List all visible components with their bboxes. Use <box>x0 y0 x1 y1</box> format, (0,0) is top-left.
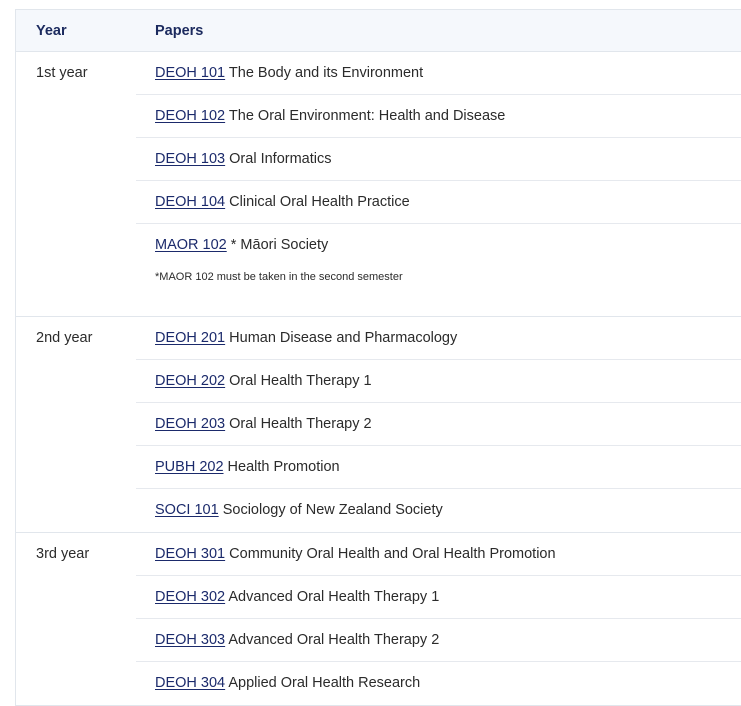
paper-link[interactable]: DEOH 301 <box>155 546 225 562</box>
paper-link[interactable]: DEOH 203 <box>155 416 225 432</box>
paper-link[interactable]: DEOH 303 <box>155 632 225 648</box>
paper-title: The Body and its Environment <box>228 65 424 81</box>
papers-list: DEOH 201 Human Disease and Pharmacology … <box>136 317 741 532</box>
year-column-header: Year <box>36 23 67 39</box>
paper-title: Clinical Oral Health Practice <box>229 194 410 210</box>
paper-title: Advanced Oral Health Therapy 2 <box>228 632 440 648</box>
year-group-1: 1st year DEOH 101 The Body and its Envir… <box>15 52 741 317</box>
paper-row: DEOH 301 Community Oral Health and Oral … <box>136 533 741 576</box>
paper-title: Oral Informatics <box>229 151 332 167</box>
paper-link[interactable]: DEOH 302 <box>155 589 225 605</box>
paper-row: SOCI 101 Sociology of New Zealand Societ… <box>136 489 741 532</box>
paper-row: DEOH 104 Clinical Oral Health Practice <box>136 181 741 224</box>
papers-column-header: Papers <box>155 23 204 39</box>
papers-list: DEOH 101 The Body and its Environment DE… <box>136 52 741 316</box>
paper-link[interactable]: DEOH 103 <box>155 151 225 167</box>
paper-row: DEOH 203 Oral Health Therapy 2 <box>136 403 741 446</box>
paper-row: DEOH 304 Applied Oral Health Research <box>136 662 741 705</box>
year-group-2: 2nd year DEOH 201 Human Disease and Phar… <box>15 317 741 533</box>
paper-link[interactable]: MAOR 102 <box>155 237 227 253</box>
paper-row: DEOH 103 Oral Informatics <box>136 138 741 181</box>
paper-title: Community Oral Health and Oral Health Pr… <box>229 546 556 562</box>
paper-link[interactable]: DEOH 304 <box>155 675 225 691</box>
paper-title: Sociology of New Zealand Society <box>222 502 443 518</box>
year-label: 1st year <box>36 65 88 81</box>
paper-link[interactable]: DEOH 104 <box>155 194 225 210</box>
paper-row: DEOH 303 Advanced Oral Health Therapy 2 <box>136 619 741 662</box>
paper-link[interactable]: DEOH 101 <box>155 65 225 81</box>
paper-link[interactable]: SOCI 101 <box>155 502 219 518</box>
paper-row: DEOH 102 The Oral Environment: Health an… <box>136 95 741 138</box>
paper-title: * Māori Society <box>230 237 329 253</box>
paper-title: Health Promotion <box>227 459 340 475</box>
paper-row: PUBH 202 Health Promotion <box>136 446 741 489</box>
paper-title: Applied Oral Health Research <box>228 675 421 691</box>
table-header: Year Papers <box>15 9 741 52</box>
year-group-3: 3rd year DEOH 301 Community Oral Health … <box>15 533 741 706</box>
paper-title: The Oral Environment: Health and Disease <box>228 108 506 124</box>
papers-table: Year Papers 1st year DEOH 101 The Body a… <box>15 9 741 706</box>
paper-row: MAOR 102 * Māori Society <box>136 224 741 267</box>
paper-link[interactable]: DEOH 102 <box>155 108 225 124</box>
paper-row: DEOH 201 Human Disease and Pharmacology <box>136 317 741 360</box>
papers-list: DEOH 301 Community Oral Health and Oral … <box>136 533 741 705</box>
paper-link[interactable]: DEOH 202 <box>155 373 225 389</box>
paper-title: Advanced Oral Health Therapy 1 <box>228 589 440 605</box>
paper-title: Oral Health Therapy 1 <box>229 373 372 389</box>
year-label: 2nd year <box>36 330 93 346</box>
paper-row: DEOH 302 Advanced Oral Health Therapy 1 <box>136 576 741 619</box>
paper-title: Oral Health Therapy 2 <box>229 416 372 432</box>
paper-link[interactable]: DEOH 201 <box>155 330 225 346</box>
paper-row: DEOH 202 Oral Health Therapy 1 <box>136 360 741 403</box>
paper-row: DEOH 101 The Body and its Environment <box>136 52 741 95</box>
footnote: *MAOR 102 must be taken in the second se… <box>155 271 403 283</box>
year-label: 3rd year <box>36 546 90 562</box>
paper-link[interactable]: PUBH 202 <box>155 459 224 475</box>
paper-title: Human Disease and Pharmacology <box>229 330 458 346</box>
